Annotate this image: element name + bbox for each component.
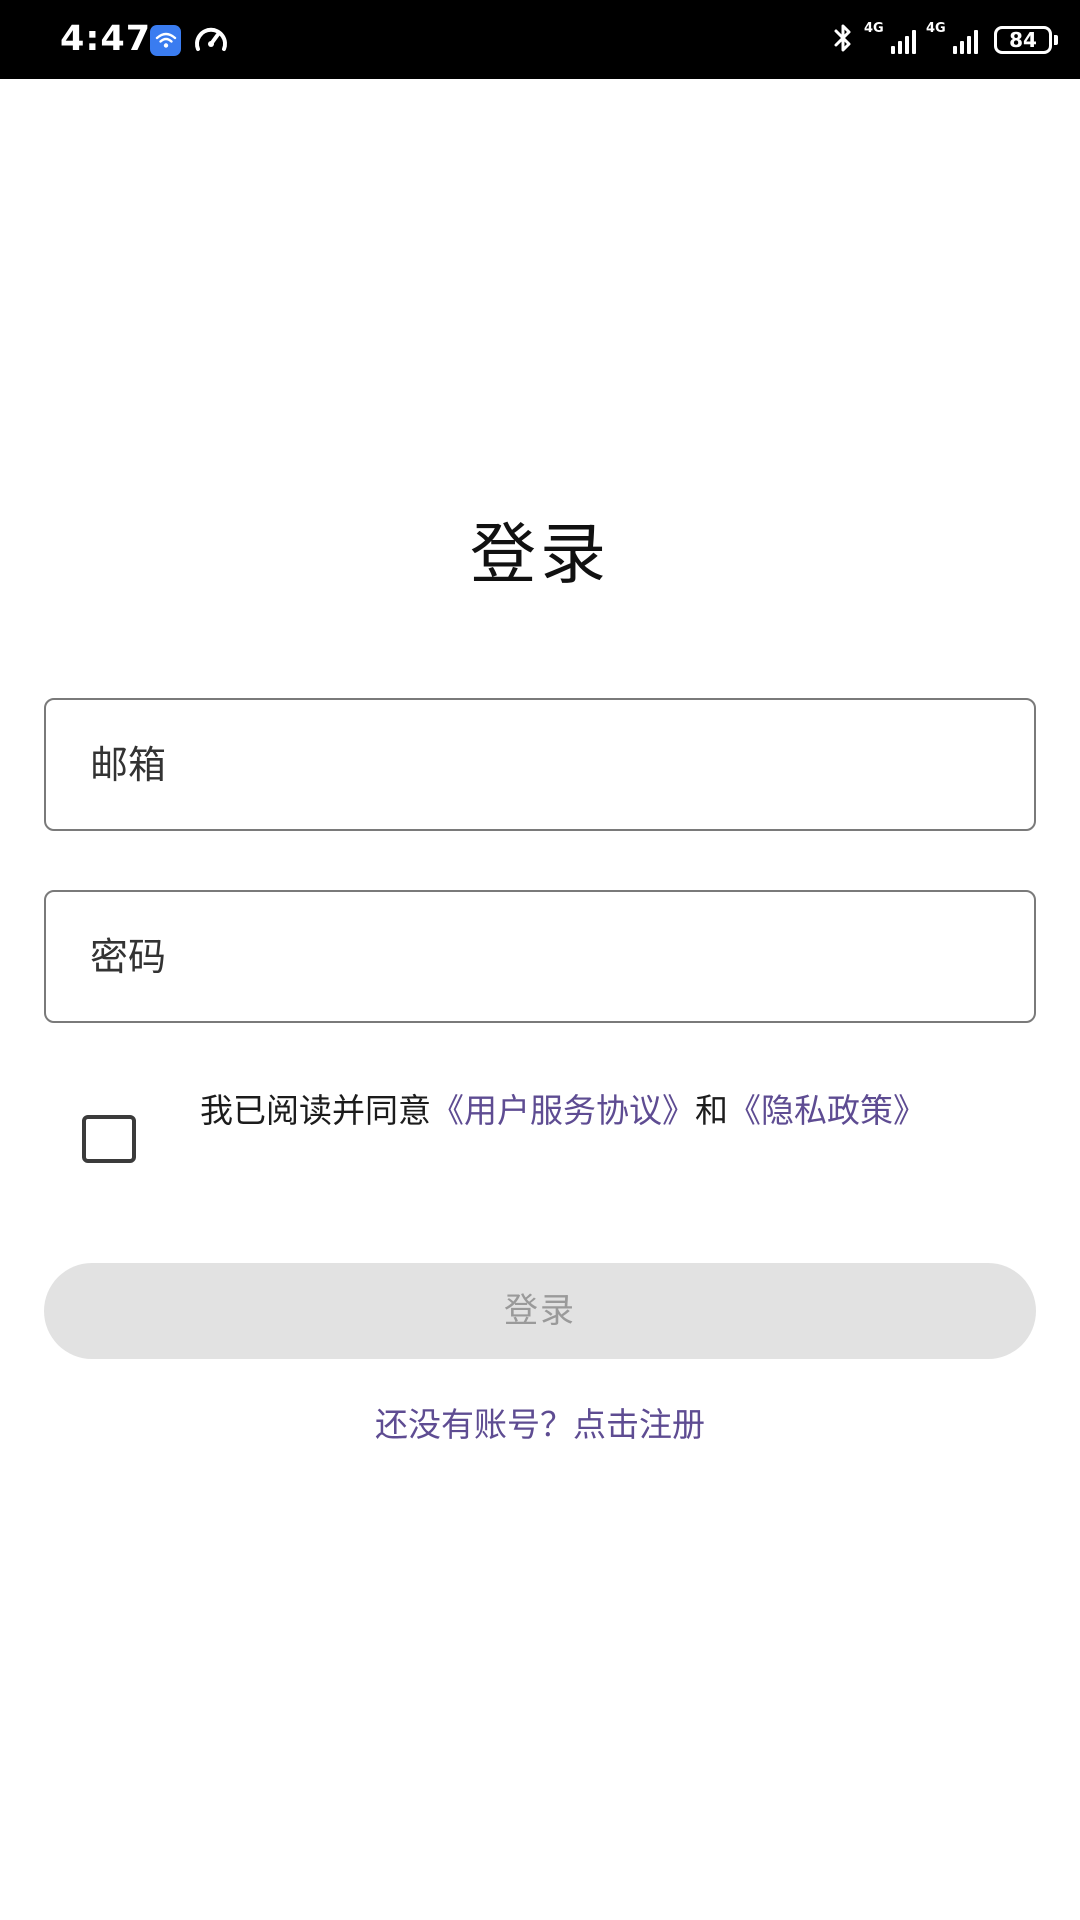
status-right-icons: 4G 4G 84 [832,22,1058,58]
page-title: 登录 [470,516,610,593]
service-agreement-link[interactable]: 《用户服务协议》 [431,1091,695,1130]
signal-bars [891,30,916,54]
privacy-policy-link[interactable]: 《隐私政策》 [728,1091,926,1130]
email-field[interactable] [90,700,990,829]
agreement-checkbox[interactable] [82,1115,136,1163]
status-left-icons [150,24,229,56]
signal-icon: 4G [864,21,916,56]
agreement-text: 我已阅读并同意《用户服务协议》和《隐私政策》 [200,1087,1000,1135]
status-time: 4:47 [60,19,152,59]
network-type-label: 4G [864,21,884,36]
agreement-connector: 和 [695,1091,728,1130]
bluetooth-icon [832,22,854,58]
email-field-container[interactable] [44,698,1036,831]
wifi-app-icon [150,24,181,56]
password-field-container[interactable] [44,890,1036,1023]
battery-tip [1054,35,1058,45]
battery-level: 84 [1009,28,1037,52]
status-bar: 4:47 4G 4G 84 [0,0,1080,79]
agreement-prefix: 我已阅读并同意 [200,1091,431,1130]
battery-icon: 84 [994,26,1052,54]
network-type-label: 4G [926,21,946,36]
signal-icon: 4G [926,21,978,56]
signal-bars [953,30,978,54]
password-field[interactable] [90,892,990,1021]
register-link[interactable]: 还没有账号？点击注册 [0,1400,1080,1450]
login-button[interactable]: 登录 [44,1263,1036,1359]
speedometer-icon [193,22,229,58]
